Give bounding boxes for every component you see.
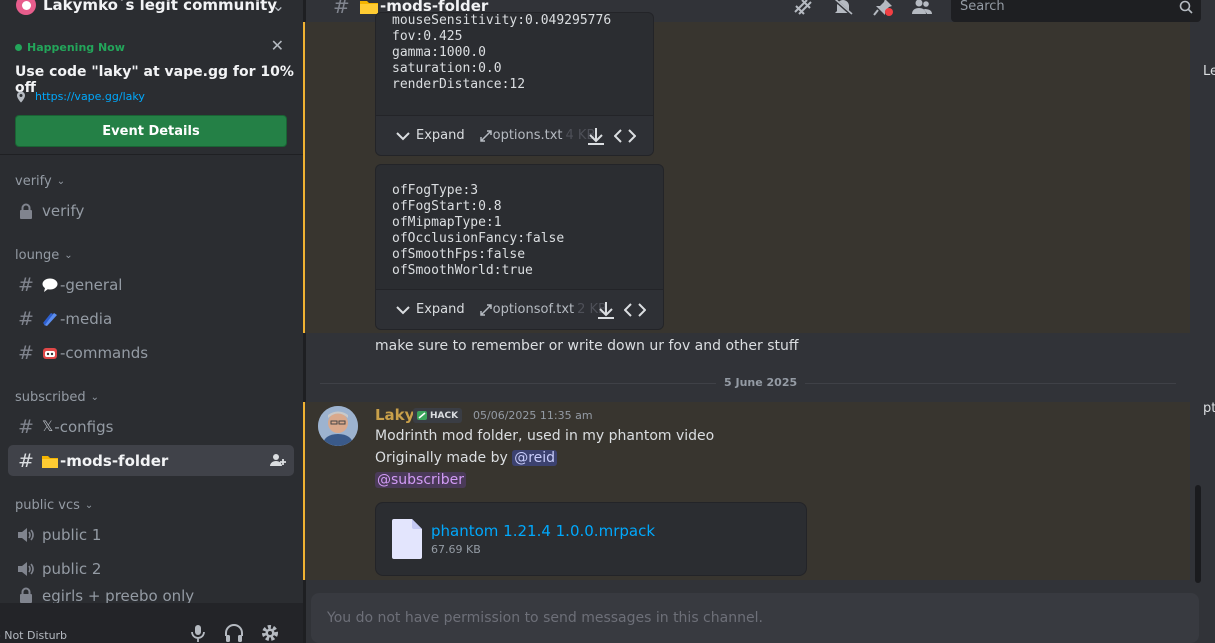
avatar-image xyxy=(318,406,358,446)
speech-bubble-icon xyxy=(42,278,58,292)
date-divider: 5 June 2025 xyxy=(320,376,1176,389)
event-status: Happening Now xyxy=(15,41,125,54)
attachment-link[interactable]: phantom 1.21.4 1.0.0.mrpack xyxy=(431,522,655,540)
message-text-line2: Originally made by @reid xyxy=(375,450,558,466)
expand-button[interactable]: Expand xyxy=(416,302,465,317)
headphones-icon[interactable] xyxy=(224,623,244,643)
code-attachment-optionsof: ofFogType:3 ofFogStart:0.8 ofMipmapType:… xyxy=(375,164,664,330)
speaker-icon xyxy=(16,561,36,577)
search-icon xyxy=(1179,0,1193,14)
date-label: 5 June 2025 xyxy=(716,376,806,389)
channel-mods-folder[interactable]: # -mods-folder xyxy=(8,445,294,476)
attachment-size: 67.69 KB xyxy=(431,543,481,556)
download-icon[interactable] xyxy=(586,126,606,146)
category-subscribed[interactable]: subscribed ⌄ xyxy=(15,390,99,405)
view-code-icon[interactable] xyxy=(624,301,646,319)
message-author[interactable]: Laky xyxy=(375,406,414,424)
pinned-messages-icon[interactable] xyxy=(873,0,893,16)
hash-icon: # xyxy=(18,273,34,296)
offscreen-text: Le xyxy=(1203,64,1215,79)
message-timestamp: 05/06/2025 11:35 am xyxy=(473,409,593,422)
server-tag[interactable]: HACK xyxy=(413,408,463,423)
server-name: Lakymko`s legit community xyxy=(43,0,278,14)
speaker-icon xyxy=(16,527,36,543)
tag-badge-icon xyxy=(417,411,427,420)
view-code-icon[interactable] xyxy=(614,127,636,145)
event-banner: Happening Now ✕ Use code "laky" at vape.… xyxy=(0,33,303,155)
add-member-icon[interactable] xyxy=(270,453,286,467)
hash-icon: # xyxy=(18,415,34,438)
user-mention[interactable]: @reid xyxy=(512,450,558,466)
expand-arrows-icon[interactable] xyxy=(479,129,493,143)
lock-icon xyxy=(16,203,36,219)
chevron-down-icon: ⌄ xyxy=(90,392,100,403)
channel-general[interactable]: # -general xyxy=(8,269,294,300)
voice-channel-public-1[interactable]: public 1 xyxy=(8,519,294,550)
threads-icon[interactable] xyxy=(793,0,813,16)
event-location[interactable]: https://vape.gg/laky xyxy=(15,90,145,103)
role-mention[interactable]: @subscriber xyxy=(375,472,466,488)
channel-verify[interactable]: verify xyxy=(8,195,294,226)
chevron-down-icon xyxy=(396,131,410,140)
channel-configs[interactable]: # 𝕏 -configs xyxy=(8,411,294,442)
x-logo-icon: 𝕏 xyxy=(42,418,54,435)
user-status: o Not Disturb xyxy=(0,629,68,642)
offscreen-text: pt xyxy=(1203,401,1215,416)
channel-sidebar: Lakymko`s legit community ⌄ Happening No… xyxy=(0,0,303,643)
category-verify[interactable]: verify ⌄ xyxy=(15,174,65,189)
chevron-down-icon: ⌄ xyxy=(84,500,94,511)
chat-scrollbar[interactable] xyxy=(1195,485,1201,583)
message-text: make sure to remember or write down ur f… xyxy=(375,338,799,354)
file-name: optionsof.txt xyxy=(492,302,575,317)
message-input-disabled: You do not have permission to send messa… xyxy=(311,593,1199,643)
member-list-icon[interactable] xyxy=(912,0,932,16)
gear-icon[interactable] xyxy=(260,623,280,643)
live-dot-icon xyxy=(15,44,22,51)
hash-icon: # xyxy=(18,341,34,364)
file-name: options.txt xyxy=(492,128,563,143)
chevron-down-icon: ⌄ xyxy=(64,250,73,261)
code-toolbar: Expand optionsof.txt 2 KB xyxy=(376,289,663,329)
folder-icon xyxy=(360,1,378,14)
notification-muted-icon[interactable] xyxy=(833,0,853,16)
code-content: ofFogType:3 ofFogStart:0.8 ofMipmapType:… xyxy=(392,183,565,278)
hash-icon: # xyxy=(18,449,34,472)
event-link-text[interactable]: https://vape.gg/laky xyxy=(35,90,145,103)
location-pin-icon xyxy=(17,91,25,102)
voice-channel-public-2[interactable]: public 2 xyxy=(8,553,294,584)
expand-arrows-icon[interactable] xyxy=(479,303,493,317)
film-strip-icon xyxy=(43,312,57,326)
message-text-line3: @subscriber xyxy=(375,472,466,488)
voice-channel-egirls[interactable]: egirls + preebo only xyxy=(8,587,294,603)
hash-icon: # xyxy=(18,307,34,330)
category-public-vcs[interactable]: public vcs ⌄ xyxy=(15,498,93,513)
message-text: Modrinth mod folder, used in my phantom … xyxy=(375,428,715,444)
search-input[interactable]: Search xyxy=(951,0,1201,22)
chevron-down-icon: ⌄ xyxy=(56,176,66,187)
category-lounge[interactable]: lounge ⌄ xyxy=(15,248,73,263)
message-list: mouseSensitivity:0.049295776 fov:0.425 g… xyxy=(303,12,1190,580)
lock-icon xyxy=(16,587,36,603)
channel-media[interactable]: # -media xyxy=(8,303,294,334)
file-attachment: phantom 1.21.4 1.0.0.mrpack 67.69 KB xyxy=(375,502,807,576)
chevron-down-icon[interactable]: ⌄ xyxy=(272,0,285,15)
microphone-icon[interactable] xyxy=(188,623,208,643)
event-details-button[interactable]: Event Details xyxy=(15,115,287,147)
code-content: mouseSensitivity:0.049295776 fov:0.425 g… xyxy=(392,13,612,92)
chevron-down-icon xyxy=(396,305,410,314)
expand-button[interactable]: Expand xyxy=(416,128,465,143)
file-icon xyxy=(392,519,422,559)
channel-commands[interactable]: # -commands xyxy=(8,337,294,368)
hash-icon: # xyxy=(333,0,350,18)
avatar[interactable] xyxy=(318,406,358,446)
robot-icon xyxy=(43,347,57,359)
folder-icon xyxy=(42,455,58,468)
server-icon xyxy=(16,0,36,15)
download-icon[interactable] xyxy=(596,300,616,320)
close-icon[interactable]: ✕ xyxy=(271,36,284,55)
server-header[interactable]: Lakymko`s legit community ⌄ xyxy=(0,0,303,24)
code-attachment-options: mouseSensitivity:0.049295776 fov:0.425 g… xyxy=(375,12,654,156)
user-panel: o Not Disturb xyxy=(0,603,303,643)
code-toolbar: Expand options.txt 4 KB xyxy=(376,115,653,155)
